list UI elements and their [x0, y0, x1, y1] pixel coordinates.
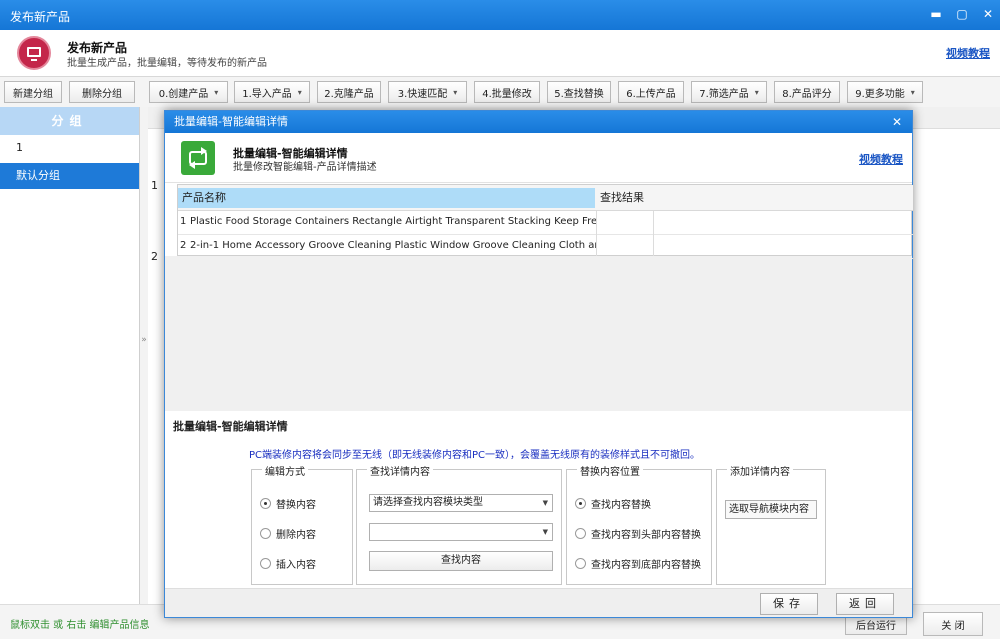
radio-delete-content[interactable]: 删除内容 — [260, 526, 316, 541]
radio-unchecked-icon — [260, 528, 271, 539]
chevron-down-icon: ▾ — [297, 87, 302, 97]
product-name-cell: 2-in-1 Home Accessory Groove Cleaning Pl… — [190, 240, 596, 251]
product-score-button[interactable]: 8.产品评分 — [774, 81, 840, 103]
add-detail-legend: 添加详情内容 — [727, 463, 793, 478]
column-header-name[interactable]: 产品名称 — [178, 188, 595, 208]
group-item[interactable]: 1 — [0, 135, 139, 161]
chevron-down-icon: ▾ — [453, 87, 458, 97]
find-detail-group: 查找详情内容 请选择查找内容模块类型 ▼ ▼ 查找内容 — [356, 463, 562, 585]
quick-match-button[interactable]: 3.快速匹配 ▾ — [388, 81, 467, 103]
radio-checked-icon — [260, 498, 271, 509]
button-label: 9.更多功能 — [855, 88, 905, 100]
product-table: 产品名称 查找结果 1 Plastic Food Storage Contain… — [177, 184, 913, 259]
replace-position-legend: 替换内容位置 — [577, 463, 643, 478]
edit-mode-group: 编辑方式 替换内容 删除内容 插入内容 — [251, 463, 353, 585]
group-panel: 分组 1 默认分组 — [0, 107, 140, 604]
minimize-icon[interactable]: ▬ — [930, 6, 942, 22]
chevron-down-icon: ▼ — [542, 528, 548, 536]
chevron-down-icon: ▼ — [542, 499, 548, 507]
find-detail-legend: 查找详情内容 — [367, 463, 433, 478]
radio-unchecked-icon — [575, 528, 586, 539]
sync-notice: PC端装修内容将会同步至无线（即无线装修内容和PC一致），会覆盖无线原有的装修样… — [249, 450, 701, 461]
row-number: 2 — [180, 240, 187, 251]
radio-unchecked-icon — [575, 558, 586, 569]
select-value: 请选择查找内容模块类型 — [373, 497, 483, 508]
page-subtitle: 批量生成产品，批量编辑，等待发布的新产品 — [67, 58, 267, 69]
find-replace-button[interactable]: 5.查找替换 — [547, 81, 611, 103]
radio-find-replace[interactable]: 查找内容替换 — [575, 496, 651, 511]
button-label: 7.筛选产品 — [699, 88, 749, 100]
module-content-select[interactable]: ▼ — [369, 523, 553, 541]
dialog-header: 批量编辑-智能编辑详情 批量修改智能编辑-产品详情描述 视频教程 — [165, 133, 912, 183]
filter-product-button[interactable]: 7.筛选产品 ▾ — [691, 81, 767, 103]
product-name-cell: Plastic Food Storage Containers Rectangl… — [190, 216, 596, 227]
refresh-icon — [181, 141, 215, 175]
radio-find-to-bottom-replace[interactable]: 查找内容到底部内容替换 — [575, 556, 701, 571]
close-button[interactable]: 关 闭 — [923, 612, 983, 636]
chevron-down-icon: ▾ — [910, 87, 915, 97]
window-titlebar: 发布新产品 ▬ ▢ ✕ — [0, 0, 1000, 30]
dialog-titlebar: 批量编辑-智能编辑详情 ✕ — [165, 111, 912, 133]
upload-product-button[interactable]: 6.上传产品 — [618, 81, 684, 103]
radio-label: 查找内容到底部内容替换 — [591, 560, 701, 571]
close-icon[interactable]: ✕ — [892, 111, 902, 133]
dialog-title: 批量编辑-智能编辑详情 — [174, 115, 288, 128]
radio-checked-icon — [575, 498, 586, 509]
button-label: 3.快速匹配 — [397, 88, 448, 100]
table-empty-area — [165, 256, 912, 411]
radio-find-to-head-replace[interactable]: 查找内容到头部内容替换 — [575, 526, 701, 541]
more-functions-button[interactable]: 9.更多功能 ▾ — [847, 81, 923, 103]
status-hint: 鼠标双击 或 右击 编辑产品信息 — [10, 620, 150, 631]
create-product-button[interactable]: 0.创建产品 ▾ — [149, 81, 228, 103]
chevron-down-icon: ▾ — [754, 87, 759, 97]
row-number: 2 — [151, 250, 158, 263]
maximize-icon[interactable]: ▢ — [956, 6, 968, 22]
radio-unchecked-icon — [260, 558, 271, 569]
dialog-subheading: 批量修改智能编辑-产品详情描述 — [233, 162, 377, 173]
collapse-handle-icon[interactable]: » — [140, 325, 148, 355]
section-title: 批量编辑-智能编辑详情 — [173, 420, 288, 433]
video-tutorial-link[interactable]: 视频教程 — [859, 151, 903, 167]
chevron-down-icon: ▾ — [214, 87, 219, 97]
clone-product-button[interactable]: 2.克隆产品 — [317, 81, 381, 103]
window-controls: ▬ ▢ ✕ — [930, 6, 994, 22]
replace-position-group: 替换内容位置 查找内容替换 查找内容到头部内容替换 查找内容到底部内容替换 — [566, 463, 712, 585]
window-title: 发布新产品 — [10, 10, 71, 24]
row-number: 1 — [180, 216, 187, 227]
radio-label: 查找内容替换 — [591, 500, 651, 511]
radio-label: 替换内容 — [276, 500, 316, 511]
radio-insert-content[interactable]: 插入内容 — [260, 556, 316, 571]
select-nav-module-button[interactable]: 选取导航模块内容 — [725, 500, 817, 519]
add-detail-group: 添加详情内容 选取导航模块内容 — [716, 463, 826, 585]
radio-label: 删除内容 — [276, 530, 316, 541]
radio-label: 查找内容到头部内容替换 — [591, 530, 701, 541]
import-product-button[interactable]: 1.导入产品 ▾ — [234, 81, 310, 103]
group-header: 分组 — [0, 107, 139, 135]
module-type-select[interactable]: 请选择查找内容模块类型 ▼ — [369, 494, 553, 512]
monitor-icon — [17, 36, 51, 70]
edit-mode-legend: 编辑方式 — [262, 463, 308, 478]
delete-group-button[interactable]: 删除分组 — [69, 81, 135, 103]
dialog-footer: 保存 返回 — [165, 588, 912, 617]
save-button[interactable]: 保存 — [760, 593, 818, 615]
toolbar: 新建分组 删除分组 0.创建产品 ▾ 1.导入产品 ▾ 2.克隆产品 3.快速匹配 ▾… — [0, 77, 1000, 107]
column-header-result[interactable]: 查找结果 — [600, 188, 644, 208]
radio-label: 插入内容 — [276, 560, 316, 571]
row-number: 1 — [151, 179, 158, 192]
back-button[interactable]: 返回 — [836, 593, 894, 615]
batch-edit-dialog: 批量编辑-智能编辑详情 ✕ 批量编辑-智能编辑详情 批量修改智能编辑-产品详情描… — [164, 110, 913, 618]
new-group-button[interactable]: 新建分组 — [4, 81, 62, 103]
find-content-button[interactable]: 查找内容 — [369, 551, 553, 571]
button-label: 0.创建产品 — [158, 88, 209, 100]
button-label: 1.导入产品 — [242, 88, 292, 100]
close-icon[interactable]: ✕ — [982, 6, 994, 22]
video-tutorial-link[interactable]: 视频教程 — [946, 45, 990, 61]
batch-edit-button[interactable]: 4.批量修改 — [474, 81, 540, 103]
radio-replace-content[interactable]: 替换内容 — [260, 496, 316, 511]
table-header: 产品名称 查找结果 — [178, 185, 913, 211]
table-row[interactable]: 1 Plastic Food Storage Containers Rectan… — [178, 211, 913, 235]
page-header: 发布新产品 批量生成产品，批量编辑，等待发布的新产品 视频教程 — [0, 30, 1000, 77]
group-item-default[interactable]: 默认分组 — [0, 163, 139, 189]
